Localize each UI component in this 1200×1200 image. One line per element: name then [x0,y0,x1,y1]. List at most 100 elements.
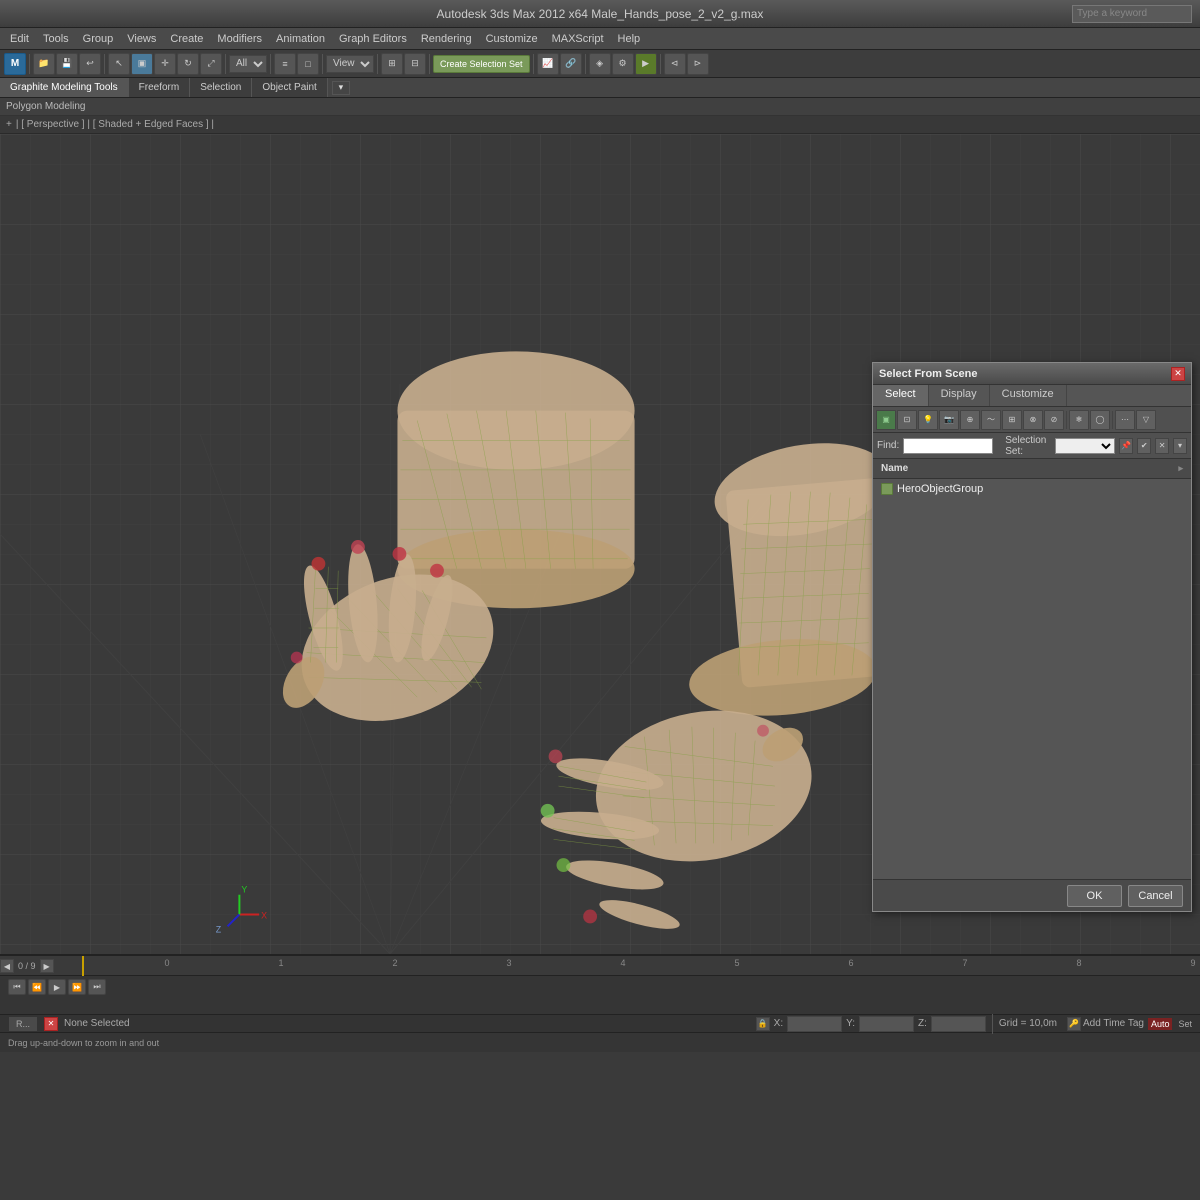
menu-graph-editors[interactable]: Graph Editors [333,31,413,47]
app-logo[interactable]: M [4,53,26,75]
dialog-tabs: Select Display Customize [873,385,1191,407]
timeline-next-btn[interactable]: ▶ [40,959,54,973]
sfs-spacewarps-btn[interactable]: 〜 [981,410,1001,430]
menu-group[interactable]: Group [77,31,120,47]
sfs-cancel-btn[interactable]: Cancel [1128,885,1183,907]
playback-start-btn[interactable]: ⏮ [8,979,26,995]
dialog-title-text: Select From Scene [879,368,977,380]
sfs-tab-select[interactable]: Select [873,385,929,406]
sfs-all-geom-btn[interactable]: ▣ [876,410,896,430]
sfs-find-input[interactable] [903,438,993,454]
menu-create[interactable]: Create [164,31,209,47]
sfs-object-list[interactable]: HeroObjectGroup [873,479,1191,879]
playback-next-frame-btn[interactable]: ⏩ [68,979,86,995]
menu-customize[interactable]: Customize [480,31,544,47]
sfs-filter-btn[interactable]: ▽ [1136,410,1156,430]
tab-graphite-modeling-tools[interactable]: Graphite Modeling Tools [0,78,129,97]
render-setup-btn[interactable]: ⚙ [612,53,634,75]
sfs-toolbar-sep-1 [1066,411,1067,429]
tl-num-6: 6 [848,958,853,968]
sfs-find-label: Find: [877,440,899,451]
menu-modifiers[interactable]: Modifiers [211,31,268,47]
open-file-btn[interactable]: 📁 [33,53,55,75]
timeline-prev-btn[interactable]: ◀ [0,959,14,973]
anim-btn-2[interactable]: ⊳ [687,53,709,75]
sfs-sel-btn-4[interactable]: ▾ [1173,438,1187,454]
sfs-select-deps-btn[interactable]: ⋯ [1115,410,1135,430]
y-coord-input[interactable] [859,1016,914,1032]
rotate-btn[interactable]: ↻ [177,53,199,75]
align-btn[interactable]: ⊞ [381,53,403,75]
sfs-tab-customize[interactable]: Customize [990,385,1067,406]
move-btn[interactable]: ✛ [154,53,176,75]
tab-object-paint[interactable]: Object Paint [252,78,327,97]
status-bar: R... ✕ None Selected 🔒 X: Y: Z: Grid = 1… [0,1014,1200,1032]
menu-tools[interactable]: Tools [37,31,75,47]
tab-selection[interactable]: Selection [190,78,252,97]
menu-edit[interactable]: Edit [4,31,35,47]
sfs-sort-icon[interactable]: ▸ [1178,463,1183,474]
sfs-sel-btn-2[interactable]: ✔ [1137,438,1151,454]
sfs-sel-btn-3[interactable]: ✕ [1155,438,1169,454]
select-btn[interactable]: ↖ [108,53,130,75]
sfs-xrefs-btn[interactable]: ⊗ [1023,410,1043,430]
tl-num-1: 1 [278,958,283,968]
lock-icon[interactable]: 🔒 [756,1017,770,1031]
window-title: Autodesk 3ds Max 2012 x64 Male_Hands_pos… [437,7,764,21]
timeline-track[interactable]: ◀ 0 / 9 ▶ 0 1 2 3 4 5 6 7 8 9 [0,956,1200,976]
material-editor-btn[interactable]: ◈ [589,53,611,75]
menu-animation[interactable]: Animation [270,31,331,47]
sfs-selection-set-dropdown[interactable] [1055,438,1115,454]
viewport-3d[interactable]: X Y Z Select From Scene ✕ Select Display… [0,134,1200,954]
sfs-bones-btn[interactable]: ⊘ [1044,410,1064,430]
tab-options-btn[interactable]: ▾ [332,81,350,95]
curve-editor-btn[interactable]: 📈 [537,53,559,75]
sfs-groups-btn[interactable]: ⊞ [1002,410,1022,430]
title-bar: Autodesk 3ds Max 2012 x64 Male_Hands_pos… [0,0,1200,28]
dialog-close-btn[interactable]: ✕ [1171,367,1185,381]
schematic-btn[interactable]: 🔗 [560,53,582,75]
tab-freeform[interactable]: Freeform [129,78,191,97]
mirror-btn[interactable]: ⊟ [404,53,426,75]
playback-play-btn[interactable]: ▶ [48,979,66,995]
playback-end-btn[interactable]: ⏭ [88,979,106,995]
select-region-btn[interactable]: ▣ [131,53,153,75]
playback-controls: ⏮ ⏪ ▶ ⏩ ⏭ [0,976,1200,998]
sfs-shapes-btn[interactable]: ⊡ [897,410,917,430]
save-file-btn[interactable]: 💾 [56,53,78,75]
menu-maxscript[interactable]: MAXScript [546,31,610,47]
z-coord-input[interactable] [931,1016,986,1032]
x-coord-input[interactable] [787,1016,842,1032]
sfs-hidden-btn[interactable]: ◯ [1090,410,1110,430]
sfs-sel-btn-1[interactable]: 📌 [1119,438,1133,454]
anim-btn-1[interactable]: ⊲ [664,53,686,75]
view-dropdown[interactable]: View [326,55,374,73]
sfs-lights-btn[interactable]: 💡 [918,410,938,430]
sfs-frozen-btn[interactable]: ❄ [1069,410,1089,430]
scale-btn[interactable]: ⤢ [200,53,222,75]
create-selection-set-btn[interactable]: Create Selection Set [433,55,530,73]
menu-help[interactable]: Help [612,31,647,47]
status-close-btn[interactable]: ✕ [44,1017,58,1031]
playback-prev-frame-btn[interactable]: ⏪ [28,979,46,995]
select-by-name-btn[interactable]: ≡ [274,53,296,75]
rect-select-btn[interactable]: □ [297,53,319,75]
undo-btn[interactable]: ↩ [79,53,101,75]
sfs-helpers-btn[interactable]: ⊕ [960,410,980,430]
toolbar-sep-3 [225,54,226,74]
menu-rendering[interactable]: Rendering [415,31,478,47]
sfs-list-item[interactable]: HeroObjectGroup [873,479,1191,499]
timeline-scrubber[interactable] [82,956,84,976]
sfs-tab-display[interactable]: Display [929,385,990,406]
sfs-toolbar: ▣ ⊡ 💡 📷 ⊕ 〜 ⊞ ⊗ ⊘ ❄ ◯ ⋯ ▽ [873,407,1191,433]
key-icon[interactable]: 🔑 [1067,1017,1081,1031]
keyword-search[interactable]: Type a keyword [1072,5,1192,23]
status-mode-btn[interactable]: R... [8,1016,38,1032]
layer-dropdown[interactable]: All [229,55,267,73]
sfs-ok-btn[interactable]: OK [1067,885,1122,907]
tl-num-2: 2 [392,958,397,968]
menu-views[interactable]: Views [121,31,162,47]
y-label: Y: [846,1018,855,1029]
sfs-cameras-btn[interactable]: 📷 [939,410,959,430]
render-btn[interactable]: ▶ [635,53,657,75]
